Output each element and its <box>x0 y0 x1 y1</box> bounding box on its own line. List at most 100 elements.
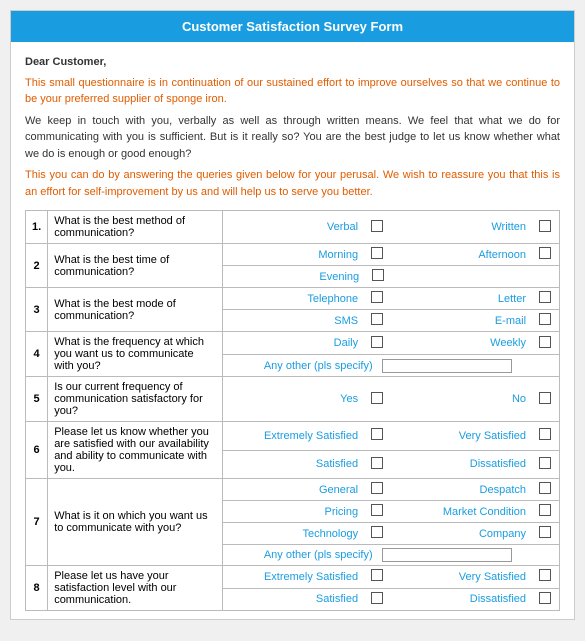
checkbox-cell[interactable] <box>363 310 391 331</box>
checkbox[interactable] <box>539 291 551 303</box>
checkbox-cell[interactable] <box>531 589 559 610</box>
intro-p1: This small questionnaire is in continuat… <box>25 75 560 108</box>
checkbox[interactable] <box>371 313 383 325</box>
checkbox-cell[interactable] <box>363 288 391 309</box>
checkbox[interactable] <box>539 569 551 581</box>
checkbox-cell[interactable] <box>364 266 392 287</box>
options-row: Extremely Satisfied Very Satisfied <box>223 566 559 587</box>
options-inner-table: Evening <box>223 266 559 287</box>
checkbox-cell[interactable] <box>363 566 391 587</box>
options-row: Evening <box>223 266 559 287</box>
checkbox[interactable] <box>539 504 551 516</box>
options-inner-table: Any other (pls specify) <box>223 545 559 565</box>
checkbox-cell[interactable] <box>531 501 559 522</box>
options-row: Telephone Letter <box>223 288 559 309</box>
checkbox-cell[interactable] <box>531 244 559 265</box>
options-row: Daily Weekly <box>223 333 559 354</box>
options-cell: SMS E-mail <box>223 310 560 332</box>
table-row: 1. What is the best method of communicat… <box>26 211 560 244</box>
options-row: SMS E-mail <box>223 310 559 331</box>
checkbox[interactable] <box>371 526 383 538</box>
option-label: Weekly <box>391 333 531 354</box>
option-label: Satisfied <box>223 589 363 610</box>
any-other-row: Any other (pls specify) <box>223 545 559 565</box>
checkbox-cell[interactable] <box>531 333 559 354</box>
checkbox[interactable] <box>371 482 383 494</box>
checkbox-cell[interactable] <box>363 501 391 522</box>
checkbox-cell[interactable] <box>363 333 391 354</box>
options-cell: Technology Company <box>223 523 560 545</box>
any-other-input-cell[interactable] <box>377 356 559 376</box>
question-number: 8 <box>26 566 48 611</box>
checkbox[interactable] <box>539 313 551 325</box>
checkbox-cell[interactable] <box>363 244 391 265</box>
checkbox[interactable] <box>539 526 551 538</box>
checkbox-cell[interactable] <box>531 523 559 544</box>
checkbox[interactable] <box>539 482 551 494</box>
checkbox-cell[interactable] <box>531 288 559 309</box>
checkbox-cell[interactable] <box>531 566 559 587</box>
intro-p2: We keep in touch with you, verbally as w… <box>25 113 560 163</box>
checkbox[interactable] <box>371 457 383 469</box>
checkbox[interactable] <box>539 428 551 440</box>
checkbox[interactable] <box>371 392 383 404</box>
checkbox-cell[interactable] <box>363 523 391 544</box>
checkbox-cell <box>533 266 559 287</box>
options-cell: Pricing Market Condition <box>223 501 560 523</box>
checkbox[interactable] <box>539 457 551 469</box>
options-cell: Extremely Satisfied Very Satisfied <box>223 566 560 589</box>
checkbox[interactable] <box>371 291 383 303</box>
options-row: Morning Afternoon <box>223 244 559 265</box>
options-inner-table: General Despatch <box>223 479 559 500</box>
checkbox-cell[interactable] <box>363 389 391 410</box>
option-label: Afternoon <box>391 244 531 265</box>
option-label: Very Satisfied <box>391 566 531 587</box>
checkbox[interactable] <box>371 569 383 581</box>
options-cell: Yes No <box>223 377 560 422</box>
checkbox-cell[interactable] <box>363 454 391 475</box>
checkbox[interactable] <box>371 220 383 232</box>
options-cell: Verbal Written <box>223 211 560 244</box>
checkbox[interactable] <box>371 504 383 516</box>
question-text: What is the best time of communication? <box>48 244 223 288</box>
checkbox-cell[interactable] <box>363 425 391 446</box>
option-label: Technology <box>223 523 363 544</box>
checkbox[interactable] <box>371 592 383 604</box>
checkbox-cell[interactable] <box>531 425 559 446</box>
checkbox[interactable] <box>371 247 383 259</box>
checkbox[interactable] <box>539 220 551 232</box>
checkbox-cell[interactable] <box>531 217 559 238</box>
options-cell: Morning Afternoon <box>223 244 560 266</box>
checkbox-cell[interactable] <box>363 479 391 500</box>
checkbox[interactable] <box>371 336 383 348</box>
option-label: Letter <box>391 288 531 309</box>
checkbox[interactable] <box>371 428 383 440</box>
checkbox[interactable] <box>539 336 551 348</box>
checkbox[interactable] <box>539 392 551 404</box>
checkbox-cell[interactable] <box>531 454 559 475</box>
options-row: Pricing Market Condition <box>223 501 559 522</box>
option-label: Verbal <box>223 217 363 238</box>
any-other-input-cell[interactable] <box>377 545 559 565</box>
option-label: E-mail <box>391 310 531 331</box>
options-row: Yes No <box>223 389 559 410</box>
options-inner-table: SMS E-mail <box>223 310 559 331</box>
checkbox[interactable] <box>372 269 384 281</box>
option-label: Extremely Satisfied <box>223 566 363 587</box>
options-row: Extremely Satisfied Very Satisfied <box>223 425 559 446</box>
options-cell: Satisfied Dissatisfied <box>223 588 560 611</box>
checkbox-cell[interactable] <box>531 310 559 331</box>
options-row: Satisfied Dissatisfied <box>223 589 559 610</box>
checkbox-cell[interactable] <box>363 217 391 238</box>
any-other-input[interactable] <box>382 359 512 373</box>
checkbox[interactable] <box>539 592 551 604</box>
option-label: Evening <box>223 266 364 287</box>
options-inner-table: Extremely Satisfied Very Satisfied <box>223 566 559 587</box>
checkbox-cell[interactable] <box>363 589 391 610</box>
checkbox-cell[interactable] <box>531 389 559 410</box>
checkbox[interactable] <box>539 247 551 259</box>
checkbox-cell[interactable] <box>531 479 559 500</box>
question-text: What is the best method of communication… <box>48 211 223 244</box>
any-other-input[interactable] <box>382 548 512 562</box>
option-label: Dissatisfied <box>391 589 531 610</box>
